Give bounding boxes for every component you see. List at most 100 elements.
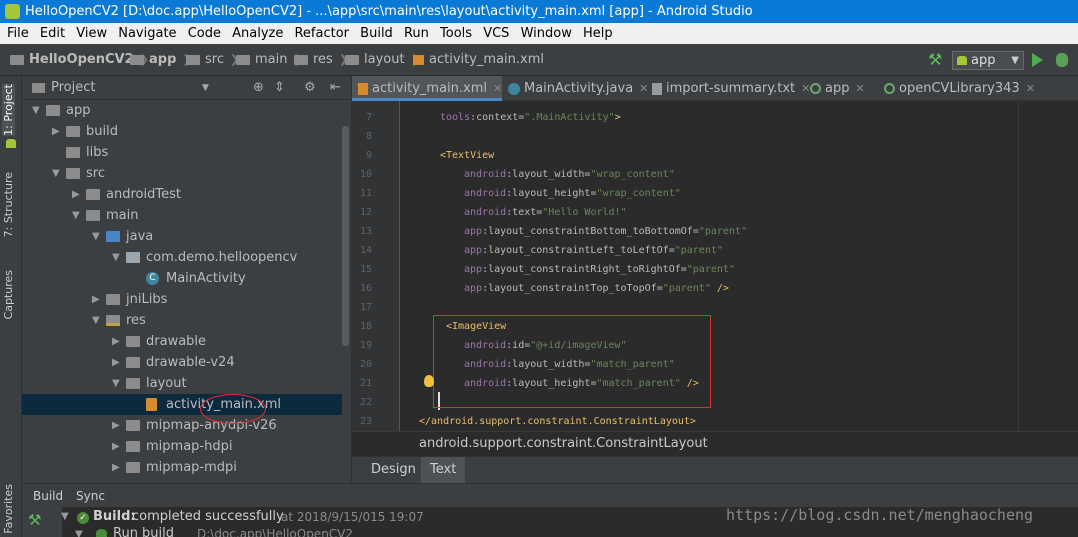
tab-sync[interactable]: Sync bbox=[76, 484, 105, 508]
tree-item-drawable[interactable]: ▶ drawable bbox=[22, 331, 342, 352]
folder-icon bbox=[294, 55, 308, 65]
run-configuration-select[interactable]: app ▼ bbox=[952, 51, 1024, 70]
chevron-down-icon[interactable]: ▼ bbox=[112, 373, 122, 394]
tab-import-summary[interactable]: import-summary.txt ✕ bbox=[646, 76, 810, 101]
menu-refactor[interactable]: Refactor bbox=[294, 23, 349, 44]
menu-build[interactable]: Build bbox=[360, 23, 393, 44]
chevron-down-icon[interactable]: ▼ bbox=[112, 247, 122, 268]
hammer-icon[interactable]: ⚒ bbox=[928, 50, 942, 70]
crumb-app[interactable]: app❯ bbox=[130, 44, 192, 76]
tree-item-res[interactable]: ▼ res bbox=[22, 310, 342, 331]
chevron-right-icon[interactable]: ▶ bbox=[112, 436, 122, 457]
tree-item-build[interactable]: ▶ build bbox=[22, 121, 342, 142]
menu-navigate[interactable]: Navigate bbox=[118, 23, 176, 44]
tab-design[interactable]: Design bbox=[362, 457, 425, 484]
tree-item-mipmap-hdpi[interactable]: ▶ mipmap-hdpi bbox=[22, 436, 342, 457]
chevron-right-icon[interactable]: ▶ bbox=[72, 184, 82, 205]
debug-icon[interactable] bbox=[1056, 53, 1068, 67]
code-line: <TextView bbox=[440, 146, 494, 165]
menu-code[interactable]: Code bbox=[188, 23, 221, 44]
chevron-right-icon[interactable]: ▶ bbox=[112, 352, 122, 373]
line-number: 22 bbox=[359, 397, 372, 408]
code-token: "parent" bbox=[686, 264, 735, 275]
tab-favorites-tool[interactable]: 2: Favorites bbox=[2, 484, 15, 537]
tree-item-app[interactable]: ▼ app bbox=[22, 100, 342, 121]
tree-item-mipmap-anydpi-v26[interactable]: ▶ mipmap-anydpi-v26 bbox=[22, 415, 342, 436]
project-scrollbar[interactable] bbox=[342, 126, 349, 346]
menu-window[interactable]: Window bbox=[521, 23, 572, 44]
tab-build[interactable]: Build bbox=[33, 484, 63, 508]
tab-app-gradle[interactable]: app ✕ bbox=[804, 76, 878, 101]
menu-help[interactable]: Help bbox=[583, 23, 613, 44]
tree-item-libs[interactable]: libs bbox=[22, 142, 342, 163]
target-icon[interactable]: ⊕ bbox=[253, 76, 264, 100]
code-token: ".MainActivity" bbox=[524, 112, 615, 123]
tree-item-main[interactable]: ▼ main bbox=[22, 205, 342, 226]
breadcrumb-constraintlayout[interactable]: android.support.constraint.ConstraintLay… bbox=[419, 432, 708, 456]
close-icon[interactable]: ✕ bbox=[1026, 82, 1035, 95]
tab-text[interactable]: Text bbox=[421, 457, 466, 484]
tree-item-layout[interactable]: ▼ layout bbox=[22, 373, 342, 394]
menu-file[interactable]: File bbox=[7, 23, 29, 44]
tree-item-mipmap-mdpi[interactable]: ▶ mipmap-mdpi bbox=[22, 457, 342, 478]
tree-item-jnilibs[interactable]: ▶ jniLibs bbox=[22, 289, 342, 310]
menu-view[interactable]: View bbox=[76, 23, 107, 44]
gear-icon[interactable]: ⚙ bbox=[304, 76, 316, 100]
chevron-down-icon[interactable]: ▼ bbox=[32, 100, 42, 121]
crumb-project[interactable]: HelloOpenCV2 ❯ bbox=[10, 44, 149, 76]
tab-opencvlibrary343[interactable]: openCVLibrary343 ✕ bbox=[878, 76, 1036, 101]
tab-captures-tool[interactable]: Captures bbox=[2, 270, 15, 319]
gradle-icon bbox=[810, 83, 821, 94]
code-token: app bbox=[464, 245, 483, 256]
code-token: app bbox=[464, 264, 483, 275]
chevron-down-icon[interactable]: ▼ bbox=[52, 163, 62, 184]
hammer-icon[interactable]: ⚒ bbox=[28, 511, 41, 529]
expand-arrow-icon[interactable]: ▼ bbox=[75, 529, 83, 537]
menu-run[interactable]: Run bbox=[404, 23, 429, 44]
crumb-layout[interactable]: layout❯ bbox=[345, 44, 420, 76]
tab-mainactivity-java[interactable]: MainActivity.java ✕ bbox=[502, 76, 648, 101]
close-icon[interactable]: ✕ bbox=[493, 82, 502, 95]
project-view-select[interactable]: Project bbox=[51, 76, 95, 100]
tree-item-java[interactable]: ▼ java bbox=[22, 226, 342, 247]
collapse-icon[interactable]: ⇕ bbox=[274, 76, 285, 100]
tab-project-tool[interactable]: 1: Project bbox=[2, 84, 15, 136]
android-studio-icon bbox=[5, 4, 20, 19]
chevron-down-icon[interactable]: ▼ bbox=[92, 310, 102, 331]
tree-item-activity-main-xml[interactable]: activity_main.xml bbox=[22, 394, 342, 415]
menu-analyze[interactable]: Analyze bbox=[232, 23, 283, 44]
editor-scrollbar[interactable] bbox=[1060, 101, 1078, 431]
menu-vcs[interactable]: VCS bbox=[483, 23, 509, 44]
menu-tools[interactable]: Tools bbox=[440, 23, 472, 44]
crumb-main[interactable]: main❯ bbox=[236, 44, 303, 76]
left-tool-strip: 1: Project 7: Structure Captures 2: Favo… bbox=[0, 76, 22, 537]
tab-activity-main-xml[interactable]: activity_main.xml ✕ bbox=[352, 76, 502, 101]
tree-item-drawable-v24[interactable]: ▶ drawable-v24 bbox=[22, 352, 342, 373]
crumb-res[interactable]: res ❯ bbox=[294, 44, 348, 76]
chevron-down-icon[interactable]: ▼ bbox=[72, 205, 82, 226]
editor-breadcrumb: android.support.constraint.ConstraintLay… bbox=[352, 431, 1078, 456]
build-time: at 2018/9/15/015 19:07 bbox=[281, 510, 424, 524]
chevron-right-icon[interactable]: ▶ bbox=[52, 121, 62, 142]
run-icon[interactable] bbox=[1032, 53, 1043, 67]
code-token: > bbox=[614, 112, 621, 123]
lightbulb-icon[interactable] bbox=[424, 375, 434, 387]
chevron-right-icon[interactable]: ▶ bbox=[112, 415, 122, 436]
chevron-down-icon[interactable]: ▼ bbox=[92, 226, 102, 247]
chevron-right-icon[interactable]: ▶ bbox=[112, 331, 122, 352]
hide-panel-icon[interactable]: ⇤ bbox=[330, 76, 341, 100]
tree-item-src[interactable]: ▼ src bbox=[22, 163, 342, 184]
tab-structure-tool[interactable]: 7: Structure bbox=[2, 172, 15, 237]
tree-item-androidtest[interactable]: ▶ androidTest bbox=[22, 184, 342, 205]
menu-edit[interactable]: Edit bbox=[40, 23, 65, 44]
expand-arrow-icon[interactable]: ▼ bbox=[61, 511, 69, 522]
close-icon[interactable]: ✕ bbox=[855, 82, 864, 95]
tree-item-mainactivity[interactable]: C MainActivity bbox=[22, 268, 342, 289]
crumb-file[interactable]: activity_main.xml bbox=[413, 44, 544, 76]
code-token: "Hello World!" bbox=[542, 207, 627, 218]
chevron-right-icon[interactable]: ▶ bbox=[112, 457, 122, 478]
tree-item-com-demo-helloopencv[interactable]: ▼ com.demo.helloopencv bbox=[22, 247, 342, 268]
crumb-src[interactable]: src ❯ bbox=[186, 44, 239, 76]
chevron-right-icon[interactable]: ▶ bbox=[92, 289, 102, 310]
chevron-down-icon[interactable]: ▼ bbox=[202, 76, 209, 100]
